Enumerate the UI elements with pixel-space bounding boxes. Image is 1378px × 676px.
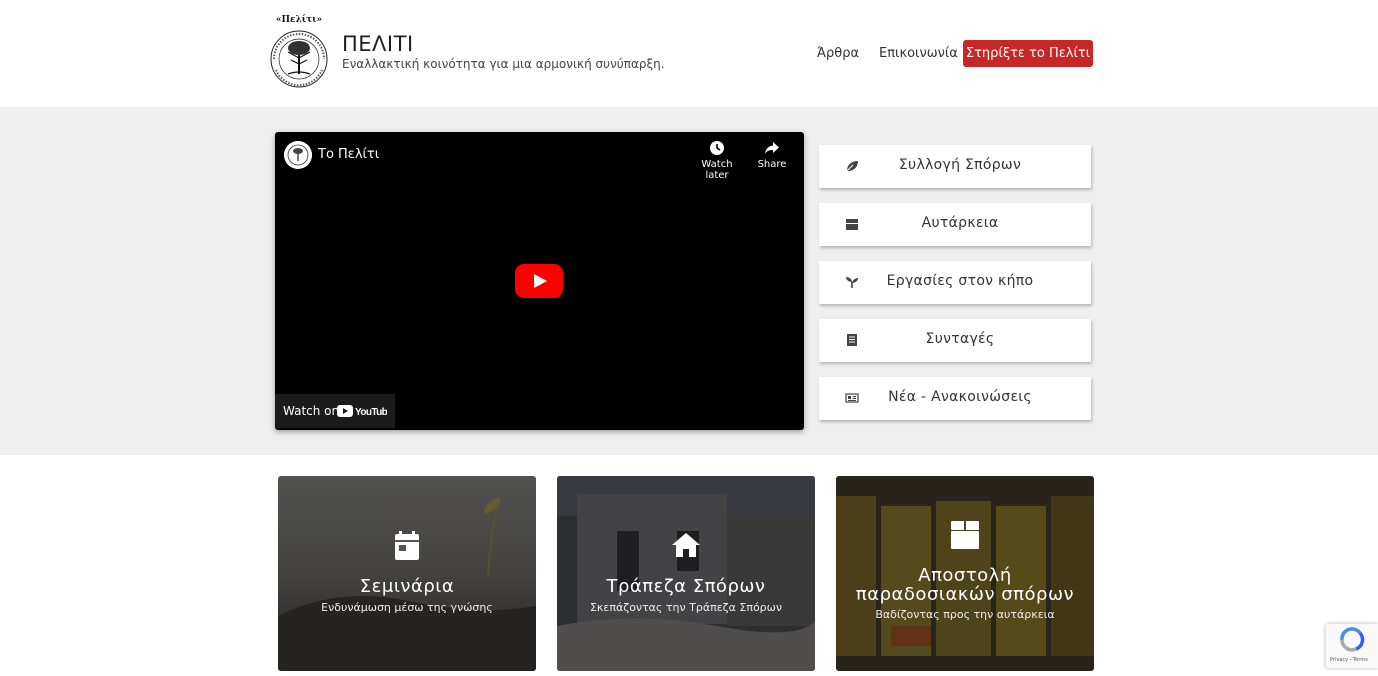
card-subtitle: Σκεπάζοντας την Τράπεζα Σπόρων: [589, 601, 783, 614]
card-seed-bank[interactable]: Τράπεζα Σπόρων Σκεπάζοντας την Τράπεζα Σ…: [557, 476, 815, 671]
youtube-embed[interactable]: Το Πελίτι Watch later Share Watch on You…: [275, 132, 804, 430]
site-header: «Πελίτι» ΠΕΛΙΤΙ Εναλλακτική κοινότητα γι…: [0, 0, 1378, 108]
category-garden-work[interactable]: Εργασίες στον κήπο: [819, 261, 1091, 304]
watch-on-label: Watch on: [283, 404, 340, 418]
play-button[interactable]: [515, 264, 563, 298]
video-title[interactable]: Το Πελίτι: [318, 147, 379, 162]
watch-later-button[interactable]: Watch later: [689, 140, 745, 181]
seed-bank-background-image: [557, 476, 815, 671]
share-button[interactable]: Share: [744, 140, 800, 170]
category-label: Νέα - Ανακοινώσεις: [888, 389, 1032, 405]
category-self-sufficiency[interactable]: Αυτάρκεια: [819, 203, 1091, 246]
home-icon: [672, 533, 700, 557]
recaptcha-terms[interactable]: Privacy - Terms: [1330, 657, 1368, 663]
svg-text:YouTube: YouTube: [355, 407, 387, 417]
card-title-line1: Αποστολή: [918, 565, 1012, 586]
share-label: Share: [757, 159, 787, 170]
svg-text:«Πελίτι»: «Πελίτι»: [276, 14, 322, 25]
recaptcha-icon: [1340, 627, 1365, 652]
support-button[interactable]: Στηρίξτε το Πελίτι: [963, 40, 1093, 67]
card-seed-shipping[interactable]: Αποστολή παραδοσιακών σπόρων Βαδίζοντας …: [836, 476, 1094, 671]
card-subtitle: Ενδυνάμωση μέσω της γνώσης: [321, 601, 493, 614]
category-recipes[interactable]: Συνταγές: [819, 319, 1091, 362]
nav-contact-link[interactable]: Επικοινωνία: [879, 46, 958, 61]
watch-on-youtube-button[interactable]: Watch on YouTube: [275, 394, 395, 428]
clock-icon: [710, 141, 724, 155]
play-icon: [534, 274, 547, 288]
card-title: Τράπεζα Σπόρων: [606, 576, 766, 597]
category-news[interactable]: Νέα - Ανακοινώσεις: [819, 377, 1091, 420]
category-seed-collection[interactable]: Συλλογή Σπόρων: [819, 145, 1091, 188]
card-subtitle: Βαδίζοντας προς την αυτάρκεια: [875, 608, 1055, 621]
box-icon: [951, 521, 979, 549]
youtube-logo-icon: YouTube: [337, 405, 387, 417]
channel-avatar[interactable]: [284, 141, 312, 169]
category-label: Συλλογή Σπόρων: [898, 157, 1022, 173]
nav-articles-link[interactable]: Άρθρα: [817, 46, 859, 61]
card-title-line2: παραδοσιακών σπόρων: [855, 584, 1075, 605]
category-label: Συνταγές: [925, 331, 995, 347]
calendar-icon: [395, 531, 419, 560]
category-label: Εργασίες στον κήπο: [886, 273, 1034, 289]
watch-later-label: Watch later: [701, 159, 733, 181]
main-nav: Άρθρα Επικοινωνία Στηρίξτε το Πελίτι: [0, 40, 1378, 67]
seminars-background-image: [278, 476, 536, 671]
card-title: Σεμινάρια: [359, 576, 455, 597]
category-label: Αυτάρκεια: [921, 215, 999, 231]
card-seminars[interactable]: Σεμινάρια Ενδυνάμωση μέσω της γνώσης: [278, 476, 536, 671]
share-icon: [765, 142, 779, 154]
recaptcha-badge[interactable]: Privacy - Terms: [1326, 624, 1378, 668]
